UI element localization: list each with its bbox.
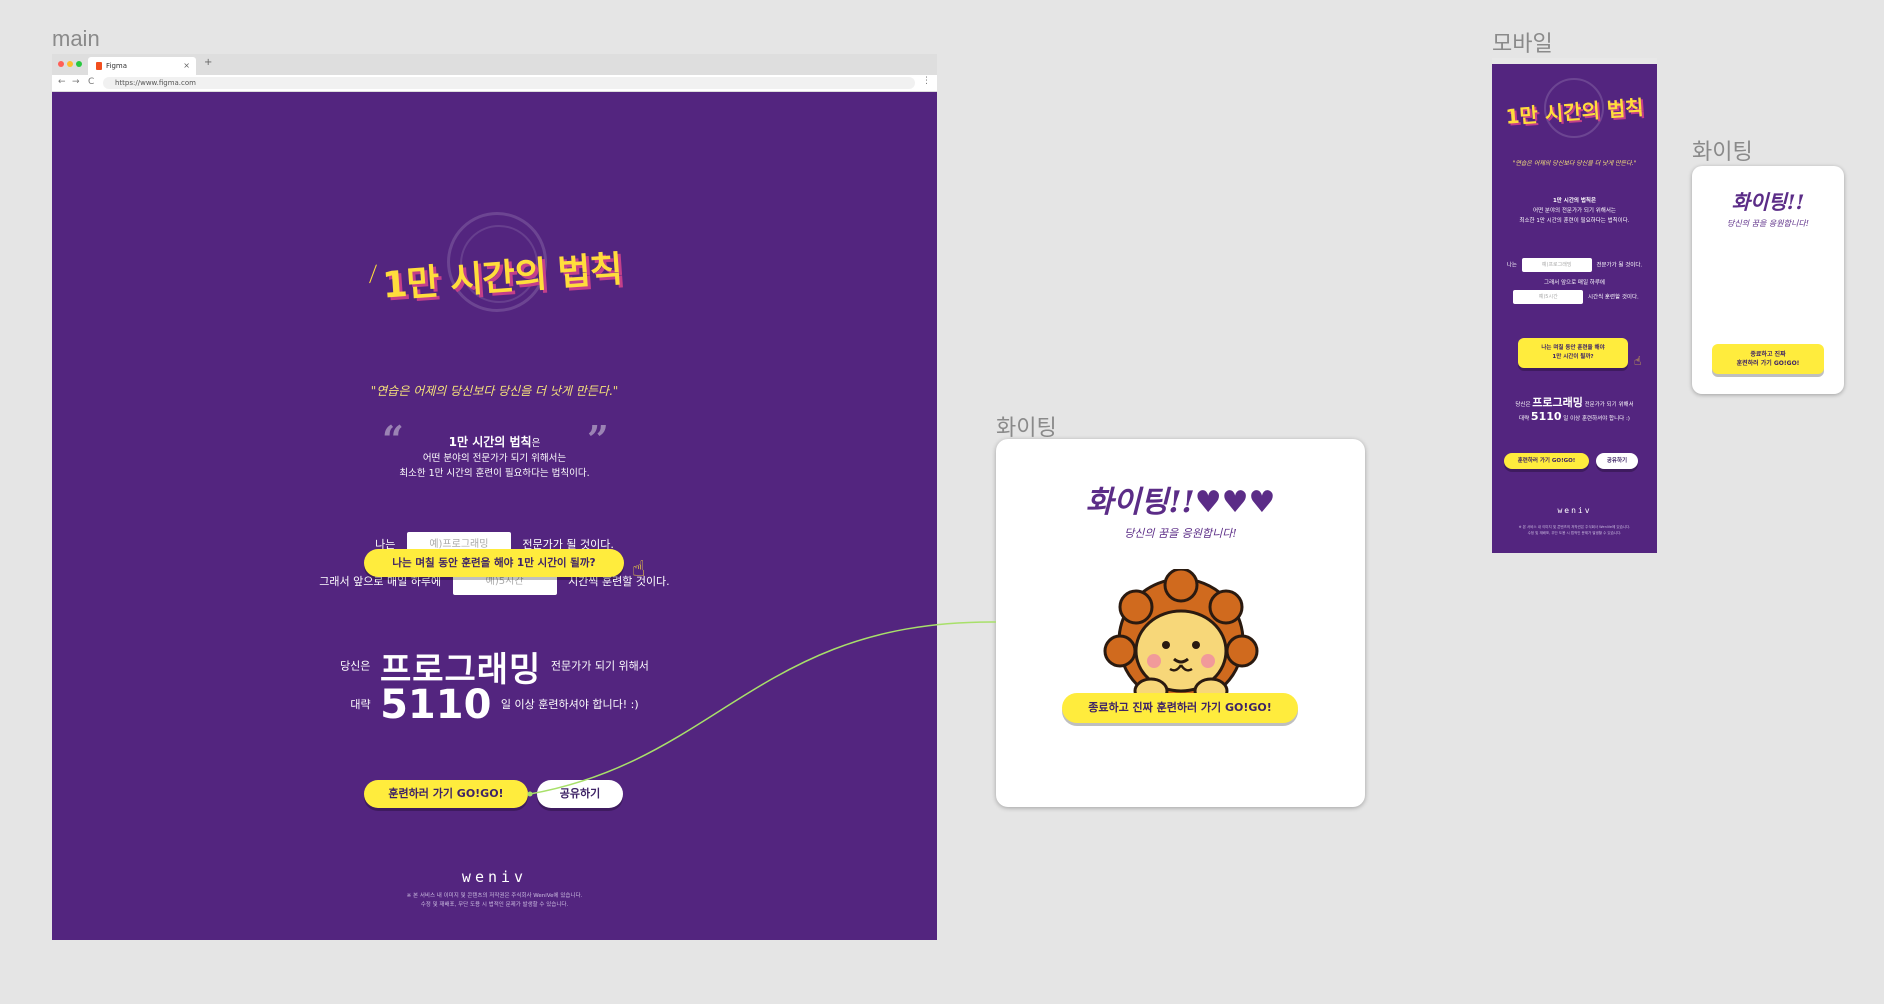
maximize-window-dot[interactable] xyxy=(76,61,82,67)
reload-icon[interactable]: C xyxy=(88,77,94,87)
mobile-result-prefix: 당신은 xyxy=(1515,402,1531,408)
back-icon[interactable]: ← xyxy=(58,77,66,87)
mobile-copyright-line-2: 수정 및 재배포, 무단 도용 시 법적인 문제가 발생할 수 있습니다. xyxy=(1527,531,1622,535)
go-training-button[interactable]: 훈련하러 가기 GO!GO! xyxy=(364,780,528,808)
mobile-copyright: ※ 본 서비스 내 이미지 및 콘텐츠의 저작권은 주식회사 WeniVe에 있… xyxy=(1492,524,1657,536)
mobile-result-suffix: 전문가가 되기 위해서 xyxy=(1584,402,1634,408)
cheer-modal: 화이팅!!♥♥♥ 당신의 꿈을 응원합니다! 종료하고 진짜 훈련하러 가기 G… xyxy=(996,439,1365,807)
mobile-submit-line-1: 나는 며칠 동안 훈련을 해야 xyxy=(1541,345,1605,351)
mobile-law-title: 1만 시간의 법칙은 xyxy=(1552,198,1597,204)
logo: ⟋ 1만 시간의 법칙 xyxy=(362,212,632,322)
main-page: ⟋ 1만 시간의 법칙 "연습은 어제의 당신보다 당신을 더 낫게 만든다."… xyxy=(52,92,937,940)
mobile-hours-suffix: 시간씩 훈련할 것이다. xyxy=(1587,294,1639,301)
mobile-days-prefix: 대략 xyxy=(1519,416,1530,422)
minimize-window-dot[interactable] xyxy=(67,61,73,67)
mobile-logo: 1만 시간의 법칙 xyxy=(1504,95,1645,129)
figma-icon xyxy=(96,62,102,70)
browser-menu-icon[interactable]: ⋮ xyxy=(922,76,931,86)
law-line-2: 최소한 1만 시간의 훈련이 필요하다는 법칙이다. xyxy=(399,468,590,479)
frame-label-modal-small: 화이팅 xyxy=(1692,139,1753,164)
frame-label-main: main xyxy=(52,26,100,51)
small-modal-button-line-1: 종료하고 진짜 xyxy=(1750,351,1786,358)
mobile-hours-input[interactable]: 예)5시간 xyxy=(1513,290,1584,304)
browser-urlbar: ← → C https://www.figma.com ⋮ xyxy=(52,75,937,92)
logo-text: 1만 시간의 법칙 xyxy=(381,249,624,307)
result-suffix: 전문가가 되기 위해서 xyxy=(550,659,649,673)
small-modal-go-button[interactable]: 종료하고 진짜 훈련하러 가기 GO!GO! xyxy=(1712,344,1824,374)
law-description: 1만 시간의 법칙은 어떤 분야의 전문가가 되기 위해서는 최소한 1만 시간… xyxy=(52,435,937,481)
mobile-weniv-logo: weniv xyxy=(1557,506,1592,515)
mobile-law: 1만 시간의 법칙은 어떤 분야의 전문가가 되기 위해서는 최소한 1만 시간… xyxy=(1492,196,1657,226)
mobile-submit-line-2: 1만 시간이 될까? xyxy=(1552,354,1594,360)
small-modal-title: 화이팅!! xyxy=(1731,190,1805,214)
law-title: 1만 시간의 법칙 xyxy=(448,435,532,449)
mobile-share-button[interactable]: 공유하기 xyxy=(1596,453,1638,469)
modal-go-button[interactable]: 종료하고 진짜 훈련하러 가기 GO!GO! xyxy=(1062,693,1298,723)
mobile-days-suffix: 일 이상 훈련하셔야 합니다 :) xyxy=(1563,416,1630,422)
calculate-button[interactable]: 나는 며칠 동안 훈련을 해야 1만 시간이 될까? xyxy=(364,549,624,577)
mobile-hours-row: 예)5시간 시간씩 훈련할 것이다. xyxy=(1492,290,1657,304)
result-line-2: 대략 5110 일 이상 훈련하셔야 합니다! :) xyxy=(52,682,937,728)
browser-tab[interactable]: Figma × xyxy=(88,57,196,75)
frame-label-modal: 화이팅 xyxy=(996,415,1057,440)
mobile-pointer-hand-icon: ☝ xyxy=(1634,354,1642,368)
main-frame: Figma × + ← → C https://www.figma.com ⋮ … xyxy=(52,54,937,940)
motto-quote: "연습은 어제의 당신보다 당신을 더 낫게 만든다." xyxy=(370,384,619,398)
modal-title: 화이팅!!♥♥♥ xyxy=(1085,485,1276,520)
mobile-law-line-2: 최소한 1만 시간의 훈련이 필요하다는 법칙이다. xyxy=(1519,218,1630,224)
small-modal-subtitle: 당신의 꿈을 응원합니다! xyxy=(1727,219,1809,228)
weniv-logo: weniv xyxy=(461,868,528,886)
frame-label-mobile: 모바일 xyxy=(1492,31,1553,56)
mobile-go-button[interactable]: 훈련하러 가기 GO!GO! xyxy=(1504,453,1589,469)
share-button[interactable]: 공유하기 xyxy=(537,780,623,808)
days-prefix: 대략 xyxy=(350,698,371,711)
url-input[interactable]: https://www.figma.com xyxy=(103,77,915,89)
close-window-dot[interactable] xyxy=(58,61,64,67)
law-line-1: 어떤 분야의 전문가가 되기 위해서는 xyxy=(422,453,567,464)
pointer-hand-icon: ☝ xyxy=(632,557,646,582)
result-prefix: 당신은 xyxy=(340,659,371,673)
mobile-status-bar xyxy=(1492,58,1657,64)
mobile-result-line-1: 당신은 프로그래밍 전문가가 되기 위해서 xyxy=(1492,394,1657,410)
mobile-field-row: 나는 예)프로그래밍 전문가가 될 것이다. xyxy=(1492,258,1657,272)
result-days: 5110 xyxy=(380,682,492,728)
mobile-field-prefix: 나는 xyxy=(1506,262,1517,269)
copyright: ※ 본 서비스 내 이미지 및 콘텐츠의 저작권은 주식회사 WeniVe에 있… xyxy=(52,892,937,910)
mobile-field-suffix: 전문가가 될 것이다. xyxy=(1596,262,1643,269)
mobile-result-days: 5110 xyxy=(1530,410,1562,423)
modal-subtitle: 당신의 꿈을 응원합니다! xyxy=(1124,527,1237,540)
mobile-law-line-1: 어떤 분야의 전문가가 되기 위해서는 xyxy=(1533,208,1616,214)
mobile-calculate-button[interactable]: 나는 며칠 동안 훈련을 해야 1만 시간이 될까? xyxy=(1518,338,1628,368)
mobile-frame: 1만 시간의 법칙 "연습은 어제의 당신보다 당신을 더 낫게 만든다." 1… xyxy=(1492,58,1657,553)
forward-icon[interactable]: → xyxy=(72,77,80,87)
new-tab-icon[interactable]: + xyxy=(204,57,212,68)
copyright-line-2: 수정 및 재배포, 무단 도용 시 법적인 문제가 발생할 수 있습니다. xyxy=(420,902,569,908)
mobile-quote: "연습은 어제의 당신보다 당신을 더 낫게 만든다." xyxy=(1512,160,1637,167)
mobile-result-field: 프로그래밍 xyxy=(1532,396,1583,409)
mobile-hours-label: 그래서 앞으로 매일 하루에 xyxy=(1544,280,1605,286)
tab-title: Figma xyxy=(106,62,128,70)
browser-tabbar: Figma × + xyxy=(52,54,937,75)
days-suffix: 일 이상 훈련하셔야 합니다! :) xyxy=(500,698,639,711)
mobile-result-line-2: 대략 5110 일 이상 훈련하셔야 합니다 :) xyxy=(1492,410,1657,423)
law-title-suffix: 은 xyxy=(531,438,541,449)
cheer-modal-small: 화이팅!! 당신의 꿈을 응원합니다! 종료하고 진짜 훈련하러 가기 GO!G… xyxy=(1692,166,1844,394)
tab-close-icon[interactable]: × xyxy=(183,57,190,75)
mobile-field-input[interactable]: 예)프로그래밍 xyxy=(1521,258,1592,272)
copyright-line-1: ※ 본 서비스 내 이미지 및 콘텐츠의 저작권은 주식회사 WeniVe에 있… xyxy=(406,893,583,899)
lion-illustration xyxy=(1103,569,1259,705)
small-modal-button-line-2: 훈련하러 가기 GO!GO! xyxy=(1736,360,1800,367)
